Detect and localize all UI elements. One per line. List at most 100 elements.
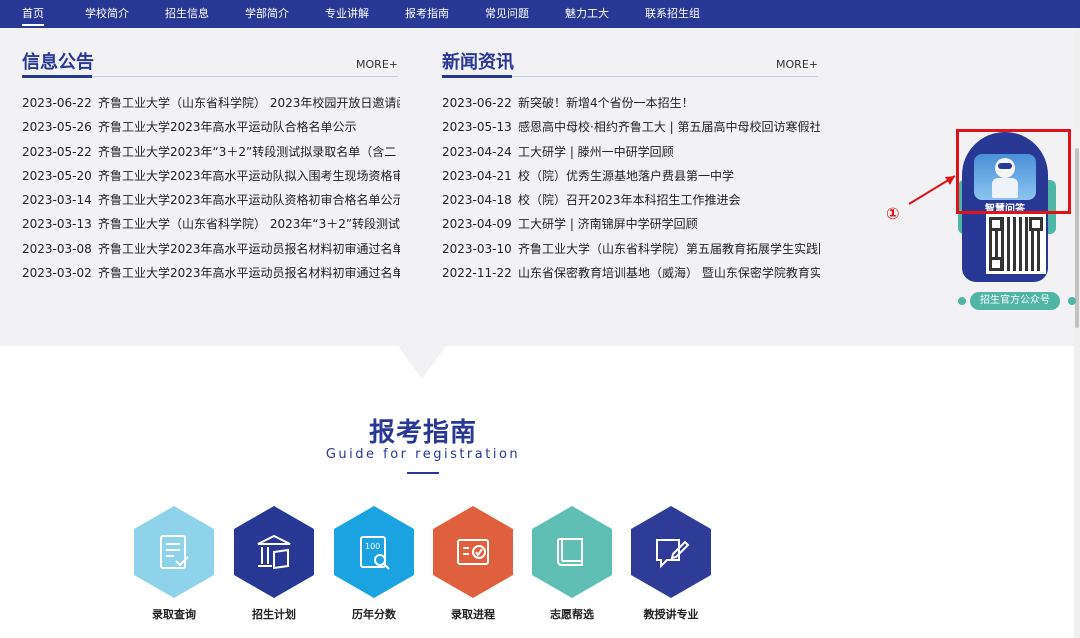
item-date: 2023-04-24: [442, 144, 512, 159]
nav-major-explain[interactable]: 专业讲解: [325, 0, 369, 28]
guide-subtitle: Guide for registration: [325, 447, 521, 462]
guide-label[interactable]: 历年分数: [324, 606, 424, 622]
pill-dot-left: [958, 297, 966, 305]
item-title[interactable]: 新突破！新增4个省份一本招生！: [518, 96, 694, 110]
nav-admission-info[interactable]: 招生信息: [165, 0, 209, 28]
list-item[interactable]: 2023-04-09 工大研学 | 济南锦屏中学研学回顾: [442, 212, 820, 236]
list-item[interactable]: 2023-03-08 齐鲁工业大学2023年高水平运动员报名材料初审通过名单: [22, 237, 400, 261]
list-item[interactable]: 2023-05-22 齐鲁工业大学2023年“3＋2”转段测试拟录取名单（含二: [22, 140, 400, 164]
item-title[interactable]: 山东省保密教育培训基地（威海） 暨山东保密学院教育实践: [518, 266, 820, 280]
item-title[interactable]: 齐鲁工业大学（山东省科学院）第五届教育拓展学生实践团: [518, 242, 820, 256]
item-title[interactable]: 齐鲁工业大学2023年高水平运动员报名材料初审通过名单: [98, 242, 400, 256]
qr-finder: [989, 217, 1003, 231]
item-date: 2023-03-13: [22, 217, 92, 232]
list-item[interactable]: 2023-06-22 新突破！新增4个省份一本招生！: [442, 91, 820, 115]
list-item[interactable]: 2023-04-21 校（院）优秀生源基地落户费县第一中学: [442, 164, 820, 188]
item-title[interactable]: 齐鲁工业大学2023年高水平运动队合格名单公示: [98, 120, 357, 134]
news-list: 2023-06-22 新突破！新增4个省份一本招生！ 2023-05-13 感恩高中…: [442, 91, 820, 289]
list-item[interactable]: 2023-04-24 工大研学 | 滕州一中研学回顾: [442, 140, 820, 164]
guide-label[interactable]: 录取进程: [423, 606, 523, 622]
guide-label[interactable]: 教授讲专业: [621, 606, 721, 622]
info-list: 2023-06-22 齐鲁工业大学（山东省科学院） 2023年校园开放日邀请函 2…: [22, 91, 400, 289]
info-title: 信息公告: [22, 52, 94, 73]
annotation-arrow-icon: [908, 175, 956, 205]
item-title[interactable]: 齐鲁工业大学（山东省科学院） 2023年“3＋2”转段测试: [98, 217, 400, 231]
item-date: 2023-03-14: [22, 193, 92, 208]
guide-divider: [407, 472, 439, 474]
news-title: 新闻资讯: [442, 52, 514, 73]
book-icon[interactable]: [532, 506, 612, 598]
list-item[interactable]: 2022-11-22 山东省保密教育培训基地（威海） 暨山东保密学院教育实践: [442, 261, 820, 285]
list-item[interactable]: 2023-05-20 齐鲁工业大学2023年高水平运动队拟入围考生现场资格审: [22, 164, 400, 188]
item-title[interactable]: 齐鲁工业大学（山东省科学院） 2023年校园开放日邀请函: [98, 96, 400, 110]
list-item[interactable]: 2023-03-13 齐鲁工业大学（山东省科学院） 2023年“3＋2”转段测试: [22, 212, 400, 236]
guide-enrollment-plan[interactable]: 招生计划: [234, 506, 314, 621]
nav-campus-charm[interactable]: 魅力工大: [565, 0, 609, 28]
top-navigation: 首页 学校简介 招生信息 学部简介 专业讲解 报考指南 常见问题 魅力工大 联系…: [0, 0, 1080, 28]
guide-admission-query[interactable]: 录取查询: [134, 506, 214, 621]
page-scrollbar[interactable]: [1074, 28, 1080, 638]
item-title[interactable]: 齐鲁工业大学2023年高水平运动员报名材料初审通过名单: [98, 266, 400, 280]
guide-label[interactable]: 录取查询: [124, 606, 224, 622]
item-date: 2023-03-08: [22, 241, 92, 256]
header-underline: [22, 75, 92, 78]
guide-label[interactable]: 志愿帮选: [522, 606, 622, 622]
list-item[interactable]: 2023-05-13 感恩高中母校·相约齐鲁工大 | 第五届高中母校回访寒假社会: [442, 115, 820, 139]
item-title[interactable]: 感恩高中母校·相约齐鲁工大 | 第五届高中母校回访寒假社会: [518, 120, 820, 134]
guide-past-scores[interactable]: 100 历年分数: [334, 506, 414, 621]
qr-code: [986, 214, 1046, 274]
item-date: 2023-03-02: [22, 266, 92, 281]
item-title[interactable]: 工大研学 | 滕州一中研学回顾: [518, 145, 674, 159]
list-item[interactable]: 2023-05-26 齐鲁工业大学2023年高水平运动队合格名单公示: [22, 115, 400, 139]
checklist-icon[interactable]: [134, 506, 214, 598]
news-more-link[interactable]: MORE+: [776, 58, 818, 71]
nav-faculty-intro[interactable]: 学部简介: [245, 0, 289, 28]
item-date: 2023-05-22: [22, 144, 92, 159]
item-title[interactable]: 校（院）召开2023年本科招生工作推进会: [518, 193, 741, 207]
list-item[interactable]: 2023-06-22 齐鲁工业大学（山东省科学院） 2023年校园开放日邀请函: [22, 91, 400, 115]
item-date: 2023-06-22: [442, 96, 512, 110]
nav-contact[interactable]: 联系招生组: [645, 0, 700, 28]
building-books-icon[interactable]: [234, 506, 314, 598]
list-item[interactable]: 2023-04-18 校（院）召开2023年本科招生工作推进会: [442, 188, 820, 212]
item-date: 2023-04-18: [442, 193, 512, 208]
list-item[interactable]: 2023-03-14 齐鲁工业大学2023年高水平运动队资格初审合格名单公示: [22, 188, 400, 212]
score-search-icon[interactable]: 100: [334, 506, 414, 598]
qr-pattern: [989, 217, 1043, 271]
nav-school-intro[interactable]: 学校简介: [85, 0, 129, 28]
item-title[interactable]: 工大研学 | 济南锦屏中学研学回顾: [518, 217, 698, 231]
section-notch: [398, 346, 446, 379]
item-title[interactable]: 齐鲁工业大学2023年“3＋2”转段测试拟录取名单（含二: [98, 145, 396, 159]
item-date: 2023-05-26: [22, 120, 92, 135]
item-title[interactable]: 齐鲁工业大学2023年高水平运动队资格初审合格名单公示: [98, 193, 400, 207]
edit-comment-icon[interactable]: [631, 506, 711, 598]
guide-professor-major[interactable]: 教授讲专业: [631, 506, 711, 621]
news-header: 新闻资讯 MORE+: [442, 28, 818, 78]
item-date: 2023-05-20: [22, 168, 92, 183]
item-title[interactable]: 齐鲁工业大学2023年高水平运动队拟入围考生现场资格审: [98, 169, 400, 183]
guide-label[interactable]: 招生计划: [224, 606, 324, 622]
qr-finder: [989, 257, 1003, 271]
nav-faq[interactable]: 常见问题: [485, 0, 529, 28]
admission-check-icon[interactable]: [433, 506, 513, 598]
qr-finder: [1029, 217, 1043, 231]
official-account-label[interactable]: 招生官方公众号: [970, 292, 1060, 310]
header-underline: [442, 75, 512, 78]
annotation-number: ①: [886, 204, 900, 223]
item-date: 2023-06-22: [22, 96, 92, 110]
nav-application-guide[interactable]: 报考指南: [405, 0, 449, 28]
item-title[interactable]: 校（院）优秀生源基地落户费县第一中学: [518, 169, 734, 183]
info-header: 信息公告 MORE+: [22, 28, 398, 78]
item-date: 2023-04-21: [442, 168, 512, 183]
nav-home[interactable]: 首页: [22, 0, 44, 28]
guide-volunteer-help[interactable]: 志愿帮选: [532, 506, 612, 621]
list-item[interactable]: 2023-03-02 齐鲁工业大学2023年高水平运动员报名材料初审通过名单: [22, 261, 400, 285]
guide-admission-progress[interactable]: 录取进程: [433, 506, 513, 621]
item-date: 2023-03-10: [442, 241, 512, 256]
info-more-link[interactable]: MORE+: [356, 58, 398, 71]
item-date: 2023-05-13: [442, 120, 512, 135]
item-date: 2022-11-22: [442, 266, 512, 281]
svg-text:100: 100: [365, 542, 380, 551]
annotation-highlight-box: [956, 129, 1071, 214]
list-item[interactable]: 2023-03-10 齐鲁工业大学（山东省科学院）第五届教育拓展学生实践团: [442, 237, 820, 261]
